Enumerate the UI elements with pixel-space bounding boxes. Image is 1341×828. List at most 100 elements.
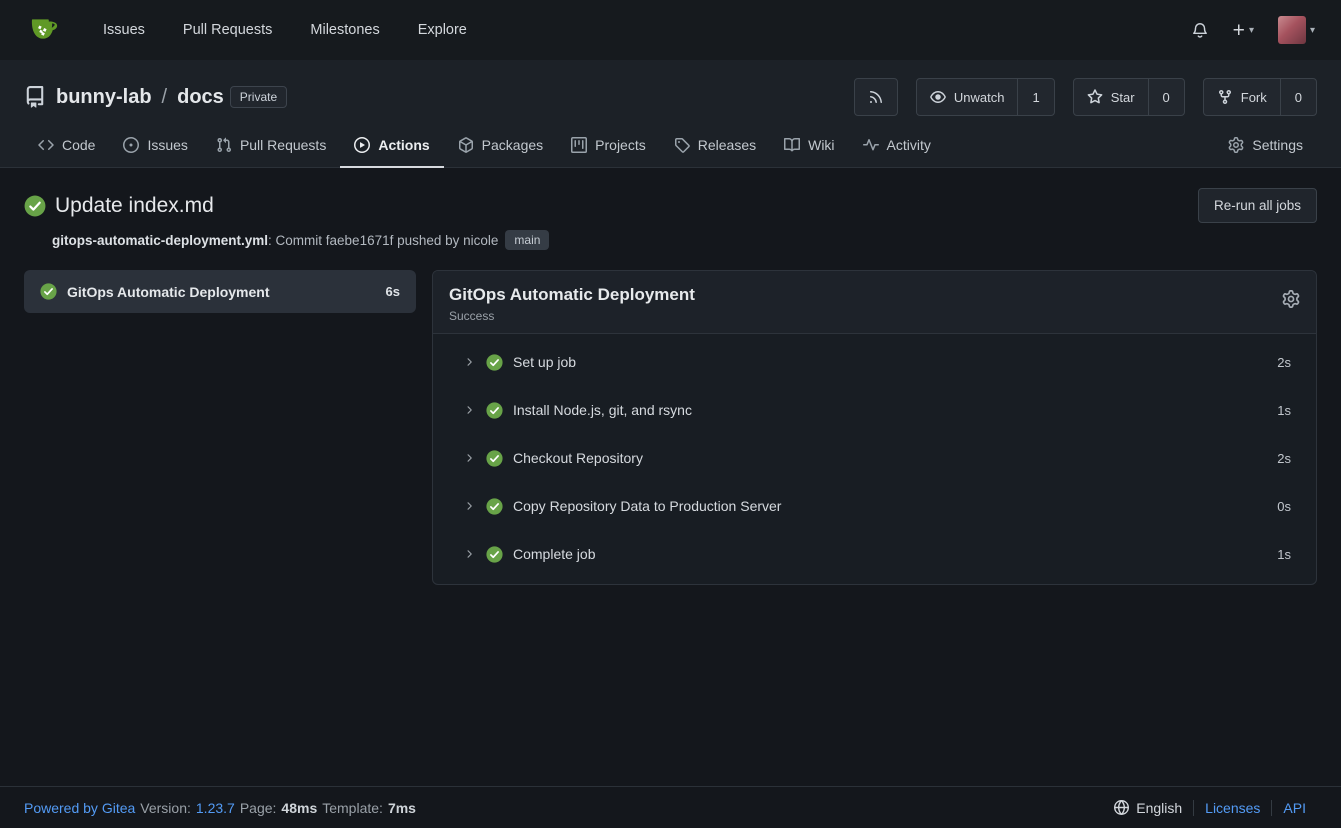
step-name: Set up job (513, 354, 576, 370)
footer: Powered by Gitea Version: 1.23.7 Page: 4… (0, 786, 1341, 828)
eye-icon (930, 89, 946, 105)
watchers-count[interactable]: 1 (1017, 79, 1053, 115)
rss-button[interactable] (854, 78, 898, 116)
chevron-right-icon[interactable] (463, 452, 475, 464)
nav-item-issues[interactable]: Issues (84, 0, 164, 60)
step-name: Complete job (513, 546, 596, 562)
job-options-gear-icon[interactable] (1282, 285, 1300, 308)
tab-label: Settings (1252, 137, 1303, 153)
nav-item-pull-requests[interactable]: Pull Requests (164, 0, 291, 60)
branch-badge[interactable]: main (505, 230, 549, 250)
plus-icon: + (1233, 20, 1245, 41)
nav-item-milestones[interactable]: Milestones (291, 0, 398, 60)
licenses-link[interactable]: Licenses (1194, 800, 1271, 816)
tab-projects[interactable]: Projects (557, 124, 660, 168)
tab-activity[interactable]: Activity (849, 124, 945, 168)
git-pull-request-icon (216, 137, 232, 153)
success-check-icon (486, 498, 503, 515)
language-selector[interactable]: English (1103, 800, 1193, 816)
footer-left: Powered by Gitea Version: 1.23.7 Page: 4… (24, 800, 416, 816)
repo-icon (24, 86, 46, 108)
template-time: 7ms (388, 800, 416, 816)
step-row[interactable]: Checkout Repository 2s (433, 434, 1316, 482)
chevron-right-icon[interactable] (463, 356, 475, 368)
powered-by-gitea-link[interactable]: Powered by Gitea (24, 800, 135, 816)
gitea-logo-icon[interactable] (26, 14, 60, 46)
step-name: Install Node.js, git, and rsync (513, 402, 692, 418)
success-check-icon (486, 354, 503, 371)
fork-label: Fork (1241, 90, 1267, 105)
chevron-right-icon[interactable] (463, 548, 475, 560)
fork-button-group: Fork 0 (1203, 78, 1317, 116)
fork-button[interactable]: Fork (1204, 79, 1280, 115)
repo-separator: / (162, 86, 168, 109)
chevron-right-icon[interactable] (463, 500, 475, 512)
commit-text: : Commit faebe1671f pushed by nicole (268, 233, 498, 248)
tab-code[interactable]: Code (24, 124, 109, 168)
success-check-icon (40, 283, 57, 300)
job-name: GitOps Automatic Deployment (67, 284, 376, 300)
step-row[interactable]: Copy Repository Data to Production Serve… (433, 482, 1316, 530)
success-check-icon (24, 195, 46, 217)
repo-breadcrumb: bunny-lab / docs (56, 86, 224, 109)
repo-title-row: bunny-lab / docs Private Unwatch (24, 74, 1317, 120)
star-icon (1087, 89, 1103, 105)
star-button-group: Star 0 (1073, 78, 1185, 116)
create-new-dropdown[interactable]: + ▾ (1233, 20, 1254, 41)
chevron-down-icon: ▾ (1310, 25, 1315, 36)
tab-settings[interactable]: Settings (1214, 124, 1317, 168)
page-time: 48ms (281, 800, 317, 816)
language-label: English (1136, 800, 1182, 816)
success-check-icon (486, 450, 503, 467)
unwatch-label: Unwatch (954, 90, 1005, 105)
issue-opened-icon (123, 137, 139, 153)
template-label: Template: (322, 800, 383, 816)
step-name: Checkout Repository (513, 450, 643, 466)
rss-icon (868, 89, 884, 105)
repo-action-buttons: Unwatch 1 Star 0 Fork (854, 78, 1317, 116)
star-button[interactable]: Star (1074, 79, 1148, 115)
chevron-right-icon[interactable] (463, 404, 475, 416)
version-label: Version: (140, 800, 191, 816)
gear-icon (1228, 137, 1244, 153)
unwatch-button[interactable]: Unwatch (917, 79, 1018, 115)
repo-owner-link[interactable]: bunny-lab (56, 86, 152, 109)
rerun-all-jobs-button[interactable]: Re-run all jobs (1198, 188, 1317, 223)
job-list-item[interactable]: GitOps Automatic Deployment 6s (24, 270, 416, 313)
play-circle-icon (354, 137, 370, 153)
run-title-wrap: Update index.md (24, 194, 214, 218)
user-menu[interactable]: ▾ (1278, 16, 1315, 44)
tab-wiki[interactable]: Wiki (770, 124, 848, 168)
tab-packages[interactable]: Packages (444, 124, 557, 168)
code-icon (38, 137, 54, 153)
tab-label: Wiki (808, 137, 834, 153)
version-link[interactable]: 1.23.7 (196, 800, 235, 816)
tab-pull-requests[interactable]: Pull Requests (202, 124, 340, 168)
notifications-bell-icon[interactable] (1191, 21, 1209, 40)
nav-links: Issues Pull Requests Milestones Explore (84, 0, 486, 60)
job-status-text: Success (449, 309, 695, 323)
forks-count[interactable]: 0 (1280, 79, 1316, 115)
step-duration: 1s (1277, 403, 1291, 418)
run-title: Update index.md (55, 194, 214, 218)
book-icon (784, 137, 800, 153)
step-row[interactable]: Set up job 2s (433, 338, 1316, 386)
tab-issues[interactable]: Issues (109, 124, 201, 168)
repo-tabs: Code Issues Pull Requests Actions Packag… (0, 124, 1341, 168)
tab-actions[interactable]: Actions (340, 124, 443, 168)
run-subtitle: gitops-automatic-deployment.yml: Commit … (52, 230, 1317, 250)
job-duration: 6s (386, 284, 400, 299)
globe-icon (1114, 800, 1129, 815)
step-row[interactable]: Install Node.js, git, and rsync 1s (433, 386, 1316, 434)
job-detail-header: GitOps Automatic Deployment Success (433, 271, 1316, 334)
project-board-icon (571, 137, 587, 153)
tab-releases[interactable]: Releases (660, 124, 770, 168)
stars-count[interactable]: 0 (1148, 79, 1184, 115)
step-row[interactable]: Complete job 1s (433, 530, 1316, 578)
repo-name-link[interactable]: docs (177, 86, 224, 109)
workflow-file-link[interactable]: gitops-automatic-deployment.yml (52, 233, 268, 248)
nav-right-cluster: + ▾ ▾ (1191, 16, 1315, 44)
tab-label: Actions (378, 137, 429, 153)
api-link[interactable]: API (1272, 800, 1317, 816)
nav-item-explore[interactable]: Explore (399, 0, 486, 60)
